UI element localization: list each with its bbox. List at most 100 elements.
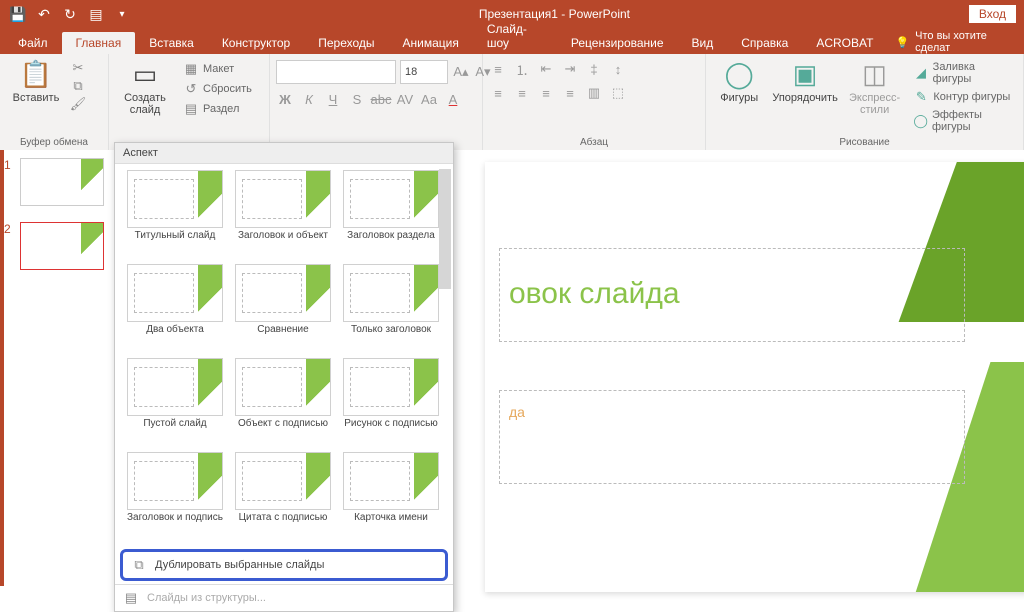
layout-label: Заголовок раздела (347, 230, 435, 254)
layout-label: Цитата с подписью (239, 512, 328, 536)
layout-option[interactable]: Карточка имени (339, 452, 443, 542)
underline-icon[interactable]: Ч (324, 90, 342, 108)
justify-icon[interactable]: ≡ (561, 84, 579, 102)
new-slide-icon: ▭ (129, 58, 161, 90)
tab-insert[interactable]: Вставка (135, 32, 208, 54)
duplicate-slides-button[interactable]: ⧉ Дублировать выбранные слайды (120, 549, 448, 581)
tab-transitions[interactable]: Переходы (304, 32, 388, 54)
layout-label: Два объекта (146, 324, 204, 348)
layout-option[interactable]: Пустой слайд (123, 358, 227, 448)
align-left-icon[interactable]: ≡ (489, 84, 507, 102)
save-icon[interactable]: 💾 (6, 2, 30, 26)
text-direction-icon[interactable]: ↕ (609, 60, 627, 78)
tellme-search[interactable]: 💡 Что вы хотите сделат (887, 30, 1020, 54)
redo-icon[interactable]: ↻ (58, 2, 82, 26)
line-spacing-icon[interactable]: ‡ (585, 60, 603, 78)
case-icon[interactable]: Aa (420, 90, 438, 108)
slides-from-outline-button[interactable]: ▤ Слайды из структуры... (115, 584, 453, 611)
slide-thumbnails: 1 2 (0, 150, 115, 586)
layout-button[interactable]: ▦Макет (179, 60, 256, 78)
align-right-icon[interactable]: ≡ (537, 84, 555, 102)
bold-icon[interactable]: Ж (276, 90, 294, 108)
subtitle-placeholder[interactable] (499, 390, 965, 484)
indent-inc-icon[interactable]: ⇥ (561, 60, 579, 78)
slide-canvas[interactable]: овок слайда да (485, 162, 1024, 592)
start-show-icon[interactable]: ▤ (84, 2, 108, 26)
columns-icon[interactable]: ▥ (585, 84, 603, 102)
section-button[interactable]: ▤Раздел (179, 100, 256, 118)
gallery-scrollbar[interactable] (439, 169, 451, 555)
tab-design[interactable]: Конструктор (208, 32, 304, 54)
font-size-select[interactable] (400, 60, 448, 84)
align-center-icon[interactable]: ≡ (513, 84, 531, 102)
numbering-icon[interactable]: ⒈ (513, 60, 531, 78)
tab-review[interactable]: Рецензирование (557, 32, 678, 54)
layout-label: Карточка имени (354, 512, 428, 536)
format-painter-icon[interactable]: 🖌 (70, 96, 86, 112)
layout-option[interactable]: Титульный слайд (123, 170, 227, 260)
layout-option[interactable]: Заголовок и объект (231, 170, 335, 260)
qat-more-icon[interactable]: ▾ (110, 2, 134, 26)
tab-animation[interactable]: Анимация (389, 32, 473, 54)
layout-label: Сравнение (257, 324, 308, 348)
layout-option[interactable]: Объект с подписью (231, 358, 335, 448)
font-color-icon[interactable]: A (444, 90, 462, 108)
thumb-2[interactable]: 2 (14, 222, 104, 270)
quick-styles-button[interactable]: ◫ Экспресс-стили (844, 56, 906, 118)
layout-label: Заголовок и подпись (127, 512, 223, 536)
new-slide-gallery: Аспект Титульный слайдЗаголовок и объект… (114, 142, 454, 612)
shape-fill-button[interactable]: ◢Заливка фигуры (909, 60, 1017, 86)
shape-outline-button[interactable]: ✎Контур фигуры (909, 88, 1017, 106)
layout-option[interactable]: Только заголовок (339, 264, 443, 354)
layout-option[interactable]: Сравнение (231, 264, 335, 354)
tab-view[interactable]: Вид (678, 32, 728, 54)
font-family-select[interactable] (276, 60, 396, 84)
shape-effects-button[interactable]: ◯Эффекты фигуры (909, 108, 1017, 134)
smartart-icon[interactable]: ⬚ (609, 84, 627, 102)
spacing-icon[interactable]: AV (396, 90, 414, 108)
undo-icon[interactable]: ↶ (32, 2, 56, 26)
outline-label: Слайды из структуры... (147, 592, 266, 604)
thumb-number: 2 (4, 222, 11, 236)
signin-button[interactable]: Вход (969, 5, 1016, 23)
slide-decoration (895, 162, 1024, 592)
outline-file-icon: ▤ (123, 590, 139, 606)
copy-icon[interactable]: ⧉ (70, 78, 86, 94)
grow-font-icon[interactable]: A▴ (452, 63, 470, 81)
new-slide-button[interactable]: ▭ Создать слайд (115, 56, 175, 118)
tab-acrobat[interactable]: ACROBAT (802, 32, 887, 54)
strike-icon[interactable]: abc (372, 90, 390, 108)
tab-file[interactable]: Файл (4, 32, 62, 54)
italic-icon[interactable]: К (300, 90, 318, 108)
layout-label: Объект с подписью (238, 418, 328, 442)
duplicate-icon: ⧉ (131, 557, 147, 573)
layout-option[interactable]: Рисунок с подписью (339, 358, 443, 448)
layout-option[interactable]: Заголовок раздела (339, 170, 443, 260)
layout-option[interactable]: Два объекта (123, 264, 227, 354)
shapes-button[interactable]: ◯ Фигуры (712, 56, 766, 106)
paste-button[interactable]: 📋 Вставить (6, 56, 66, 106)
indent-dec-icon[interactable]: ⇤ (537, 60, 555, 78)
layout-label: Заголовок и объект (238, 230, 328, 254)
thumb-number: 1 (4, 158, 11, 172)
tab-help[interactable]: Справка (727, 32, 802, 54)
slide-subtitle-text: да (509, 404, 525, 420)
bullets-icon[interactable]: ≡ (489, 60, 507, 78)
cut-icon[interactable]: ✂ (70, 60, 86, 76)
tellme-label: Что вы хотите сделат (915, 30, 1012, 54)
reset-button[interactable]: ↺Сбросить (179, 80, 256, 98)
tab-slideshow[interactable]: Слайд-шоу (473, 18, 557, 54)
layout-label: Пустой слайд (143, 418, 206, 442)
layout-option[interactable]: Цитата с подписью (231, 452, 335, 542)
thumb-1[interactable]: 1 (14, 158, 104, 206)
arrange-button[interactable]: ▣ Упорядочить (770, 56, 839, 106)
duplicate-label: Дублировать выбранные слайды (155, 559, 324, 571)
group-drawing-label: Рисование (712, 135, 1017, 150)
layout-option[interactable]: Заголовок и подпись (123, 452, 227, 542)
effects-icon: ◯ (913, 113, 928, 129)
shadow-icon[interactable]: S (348, 90, 366, 108)
group-clipboard-label: Буфер обмена (6, 135, 102, 150)
fill-icon: ◢ (913, 65, 928, 81)
shapes-icon: ◯ (723, 58, 755, 90)
tab-home[interactable]: Главная (62, 32, 136, 54)
